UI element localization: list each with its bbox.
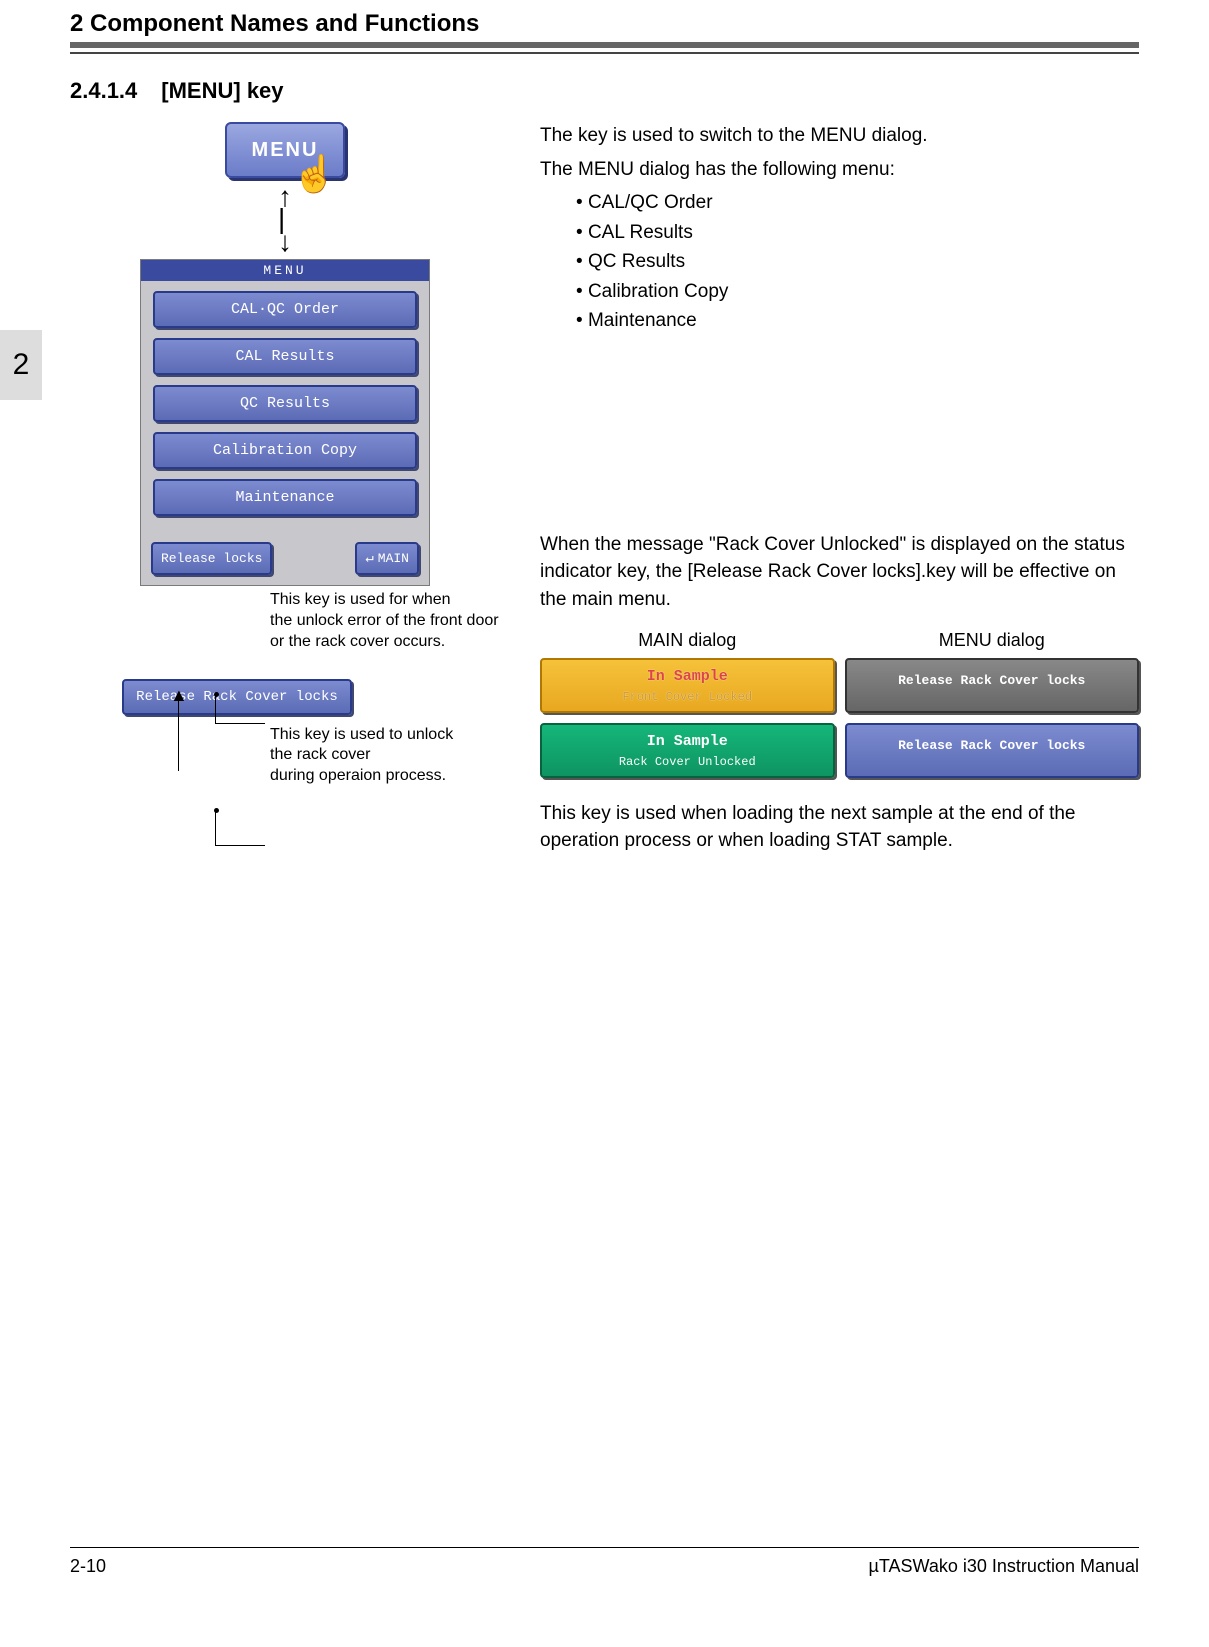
release-locks-button[interactable]: Release locks (151, 542, 272, 575)
side-tab: 2 (0, 330, 42, 400)
caption-release-rack: This key is used to unlock the rack cove… (270, 725, 500, 787)
list-item: Maintenance (576, 307, 1139, 335)
callout-line (215, 694, 265, 724)
caption-release-locks: This key is used for when the unlock err… (270, 590, 500, 652)
chapter-title: 2 Component Names and Functions (70, 0, 1139, 42)
menu-dialog-panel: MENU CAL·QC Order CAL Results QC Results… (140, 259, 430, 586)
label-menu-dialog: MENU dialog (845, 627, 1140, 653)
callout-line (215, 810, 265, 846)
status-subtitle: Rack Cover Unlocked (546, 754, 829, 771)
list-item: Calibration Copy (576, 278, 1139, 306)
intro-paragraph-2: The MENU dialog has the following menu: (540, 156, 1139, 184)
menu-item-calibration-copy[interactable]: Calibration Copy (153, 432, 417, 469)
status-subtitle: Front Cover Locked (546, 689, 829, 706)
status-title: In Sample (546, 666, 829, 688)
menu-item-cal-results[interactable]: CAL Results (153, 338, 417, 375)
release-rack-cover-locks-enabled[interactable]: Release Rack Cover locks (845, 723, 1140, 778)
list-item: QC Results (576, 248, 1139, 276)
menu-item-maintenance[interactable]: Maintenance (153, 479, 417, 516)
page-number: 2-10 (70, 1556, 106, 1577)
return-icon: ↵ (365, 550, 373, 567)
menu-item-qc-results[interactable]: QC Results (153, 385, 417, 422)
arrow-down-icon: ↑|↓ (70, 186, 500, 253)
section-heading: 2.4.1.4 [MENU] key (70, 78, 1139, 104)
dialog-column-labels: MAIN dialog MENU dialog (540, 627, 1139, 653)
status-title: In Sample (546, 731, 829, 753)
rack-paragraph: When the message "Rack Cover Unlocked" i… (540, 531, 1139, 614)
after-note-paragraph: This key is used when loading the next s… (540, 800, 1139, 855)
status-title: Release Rack Cover locks (851, 666, 1134, 697)
status-title: Release Rack Cover locks (851, 731, 1134, 762)
arrow-link-icon: ▲ (170, 690, 188, 771)
main-return-button[interactable]: ↵ MAIN (355, 542, 419, 575)
list-item: CAL/QC Order (576, 189, 1139, 217)
label-main-dialog: MAIN dialog (540, 627, 835, 653)
release-locks-label: Release locks (161, 551, 262, 566)
rule-thick (70, 42, 1139, 48)
manual-title: µTASWako i30 Instruction Manual (869, 1556, 1139, 1577)
page-footer: 2-10 µTASWako i30 Instruction Manual (70, 1547, 1139, 1577)
section-title: [MENU] key (161, 78, 283, 104)
list-item: CAL Results (576, 219, 1139, 247)
left-column: MENU ☝ ↑|↓ MENU CAL·QC Order CAL Results… (70, 122, 500, 861)
section-number: 2.4.1.4 (70, 78, 137, 104)
status-in-sample-rack-unlocked[interactable]: In Sample Rack Cover Unlocked (540, 723, 835, 778)
menu-item-cal-qc-order[interactable]: CAL·QC Order (153, 291, 417, 328)
main-return-label: MAIN (378, 551, 409, 566)
right-column: The key is used to switch to the MENU di… (540, 122, 1139, 861)
intro-paragraph-1: The key is used to switch to the MENU di… (540, 122, 1139, 150)
release-rack-cover-locks-disabled: Release Rack Cover locks (845, 658, 1140, 713)
pointing-hand-icon: ☝ (292, 156, 337, 192)
status-in-sample-front-locked[interactable]: In Sample Front Cover Locked (540, 658, 835, 713)
rule-thin (70, 52, 1139, 54)
footer-rule (70, 1547, 1139, 1548)
menu-bullet-list: CAL/QC Order CAL Results QC Results Cali… (576, 189, 1139, 335)
menu-dialog-title: MENU (141, 260, 429, 281)
